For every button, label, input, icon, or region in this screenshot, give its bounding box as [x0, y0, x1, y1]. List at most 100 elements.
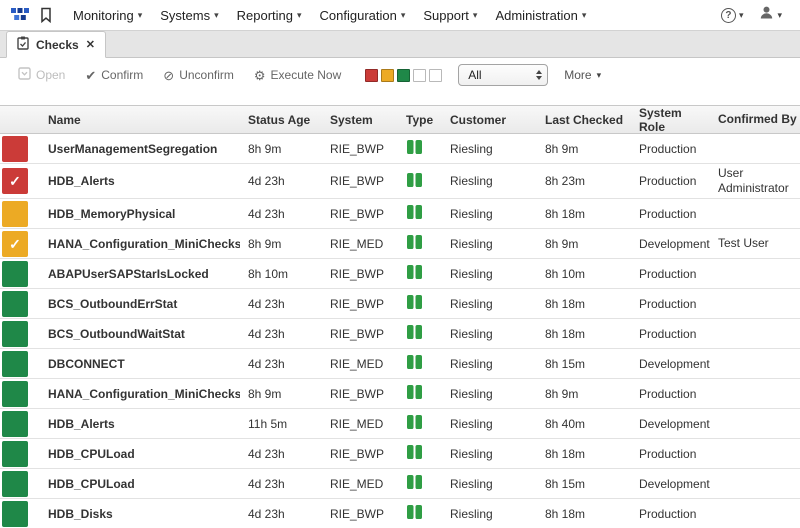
unconfirm-button[interactable]: ⊘ Unconfirm: [163, 68, 234, 82]
last-checked-cell: 8h 18m: [537, 199, 631, 228]
more-button[interactable]: More ▾: [564, 68, 601, 82]
filter-gray-checkbox[interactable]: [413, 69, 426, 82]
system-role-cell: Production: [631, 319, 710, 348]
status-indicator: [2, 501, 28, 527]
customer-cell: Riesling: [442, 409, 537, 438]
column-header-type[interactable]: Type: [398, 113, 442, 127]
status-indicator: [2, 291, 28, 317]
status-cell: [0, 199, 40, 228]
open-button-label: Open: [36, 68, 65, 82]
user-menu[interactable]: ▾: [751, 5, 790, 25]
table-row[interactable]: BCS_OutboundWaitStat 4d 23h RIE_BWP Ries…: [0, 319, 800, 349]
type-cell: [398, 499, 442, 528]
column-header-status-age[interactable]: Status Age: [240, 113, 322, 127]
menu-administration[interactable]: Administration ▾: [486, 8, 595, 23]
column-header-system[interactable]: System: [322, 113, 398, 127]
column-header-name[interactable]: Name: [40, 113, 240, 127]
type-cell: [398, 164, 442, 198]
column-header-confirmed-by[interactable]: Confirmed By: [710, 110, 800, 129]
menu-configuration-label: Configuration: [320, 8, 397, 23]
last-checked-cell: 8h 18m: [537, 319, 631, 348]
select-arrows-icon: [536, 70, 542, 80]
table-row[interactable]: BCS_OutboundErrStat 4d 23h RIE_BWP Riesl…: [0, 289, 800, 319]
table-row[interactable]: ✓ HANA_Configuration_MiniChecks_2.00.03 …: [0, 229, 800, 259]
type-cell: [398, 439, 442, 468]
customer-cell: Riesling: [442, 499, 537, 528]
database-type-icon: [406, 172, 423, 191]
table-row[interactable]: HDB_Alerts 11h 5m RIE_MED Riesling 8h 40…: [0, 409, 800, 439]
table-row[interactable]: ✓ HDB_Alerts 4d 23h RIE_BWP Riesling 8h …: [0, 164, 800, 199]
status-cell: [0, 259, 40, 288]
menu-systems[interactable]: Systems ▾: [151, 8, 227, 23]
table-row[interactable]: HDB_MemoryPhysical 4d 23h RIE_BWP Riesli…: [0, 199, 800, 229]
status-age-cell: 4d 23h: [240, 349, 322, 378]
status-age-cell: 4d 23h: [240, 469, 322, 498]
customer-cell: Riesling: [442, 439, 537, 468]
system-cell: RIE_BWP: [322, 439, 398, 468]
system-cell: RIE_MED: [322, 469, 398, 498]
system-role-cell: Production: [631, 379, 710, 408]
execute-now-button[interactable]: ⚙ Execute Now: [254, 68, 341, 82]
scope-select[interactable]: All: [458, 64, 548, 86]
system-role-cell: Development: [631, 349, 710, 378]
tab-checks[interactable]: Checks ✕: [6, 31, 106, 58]
confirmed-check-icon: ✓: [9, 237, 21, 251]
status-cell: [0, 379, 40, 408]
column-header-customer[interactable]: Customer: [442, 113, 537, 127]
check-name-cell: HDB_Alerts: [40, 409, 240, 438]
column-header-last-checked[interactable]: Last Checked: [537, 113, 631, 127]
table-body: UserManagementSegregation 8h 9m RIE_BWP …: [0, 134, 800, 528]
type-cell: [398, 469, 442, 498]
table-row[interactable]: HDB_Disks 4d 23h RIE_BWP Riesling 8h 18m…: [0, 499, 800, 528]
status-indicator: ✓: [2, 231, 28, 257]
confirmed-by-cell: [710, 349, 800, 378]
check-name-cell: HDB_Alerts: [40, 164, 240, 198]
help-icon: ?: [721, 8, 736, 23]
status-indicator: [2, 261, 28, 287]
filter-unknown-checkbox[interactable]: [429, 69, 442, 82]
filter-orange-checkbox[interactable]: [381, 69, 394, 82]
status-age-cell: 4d 23h: [240, 499, 322, 528]
help-menu[interactable]: ? ▾: [713, 8, 752, 23]
table-row[interactable]: ABAPUserSAPStarIsLocked 8h 10m RIE_BWP R…: [0, 259, 800, 289]
table-row[interactable]: HDB_CPULoad 4d 23h RIE_BWP Riesling 8h 1…: [0, 439, 800, 469]
column-header-system-role[interactable]: System Role: [631, 106, 710, 134]
database-type-icon: [406, 474, 423, 493]
tab-close-icon[interactable]: ✕: [86, 38, 95, 51]
customer-cell: Riesling: [442, 319, 537, 348]
system-cell: RIE_BWP: [322, 289, 398, 318]
open-button[interactable]: Open: [18, 67, 65, 83]
confirm-button[interactable]: ✔ Confirm: [85, 68, 143, 82]
table-row[interactable]: UserManagementSegregation 8h 9m RIE_BWP …: [0, 134, 800, 164]
tab-bar: Checks ✕: [0, 30, 800, 58]
chevron-down-icon: ▾: [739, 11, 744, 20]
filter-red-checkbox[interactable]: [365, 69, 378, 82]
check-name-cell: HANA_Configuration_MiniChecks_2.00.03: [40, 229, 240, 258]
table-row[interactable]: HDB_CPULoad 4d 23h RIE_MED Riesling 8h 1…: [0, 469, 800, 499]
type-cell: [398, 319, 442, 348]
status-cell: [0, 469, 40, 498]
chevron-down-icon: ▾: [473, 11, 478, 20]
last-checked-cell: 8h 15m: [537, 349, 631, 378]
checks-tab-icon: [17, 36, 29, 53]
last-checked-cell: 8h 18m: [537, 439, 631, 468]
confirmed-by-cell: [710, 289, 800, 318]
type-cell: [398, 259, 442, 288]
filter-green-checkbox[interactable]: [397, 69, 410, 82]
menu-monitoring[interactable]: Monitoring ▾: [64, 8, 151, 23]
table-row[interactable]: HANA_Configuration_MiniChecks_2.00.03 8h…: [0, 379, 800, 409]
status-age-cell: 8h 10m: [240, 259, 322, 288]
chevron-down-icon: ▾: [582, 11, 587, 20]
system-cell: RIE_BWP: [322, 499, 398, 528]
menu-configuration[interactable]: Configuration ▾: [311, 8, 415, 23]
menu-support[interactable]: Support ▾: [414, 8, 486, 23]
database-type-icon: [406, 234, 423, 253]
status-indicator: [2, 136, 28, 162]
table-row[interactable]: DBCONNECT 4d 23h RIE_MED Riesling 8h 15m…: [0, 349, 800, 379]
type-cell: [398, 289, 442, 318]
menu-reporting[interactable]: Reporting ▾: [228, 8, 311, 23]
bookmark-icon[interactable]: [40, 7, 52, 23]
status-age-cell: 4d 23h: [240, 319, 322, 348]
status-age-cell: 4d 23h: [240, 439, 322, 468]
database-type-icon: [406, 204, 423, 223]
